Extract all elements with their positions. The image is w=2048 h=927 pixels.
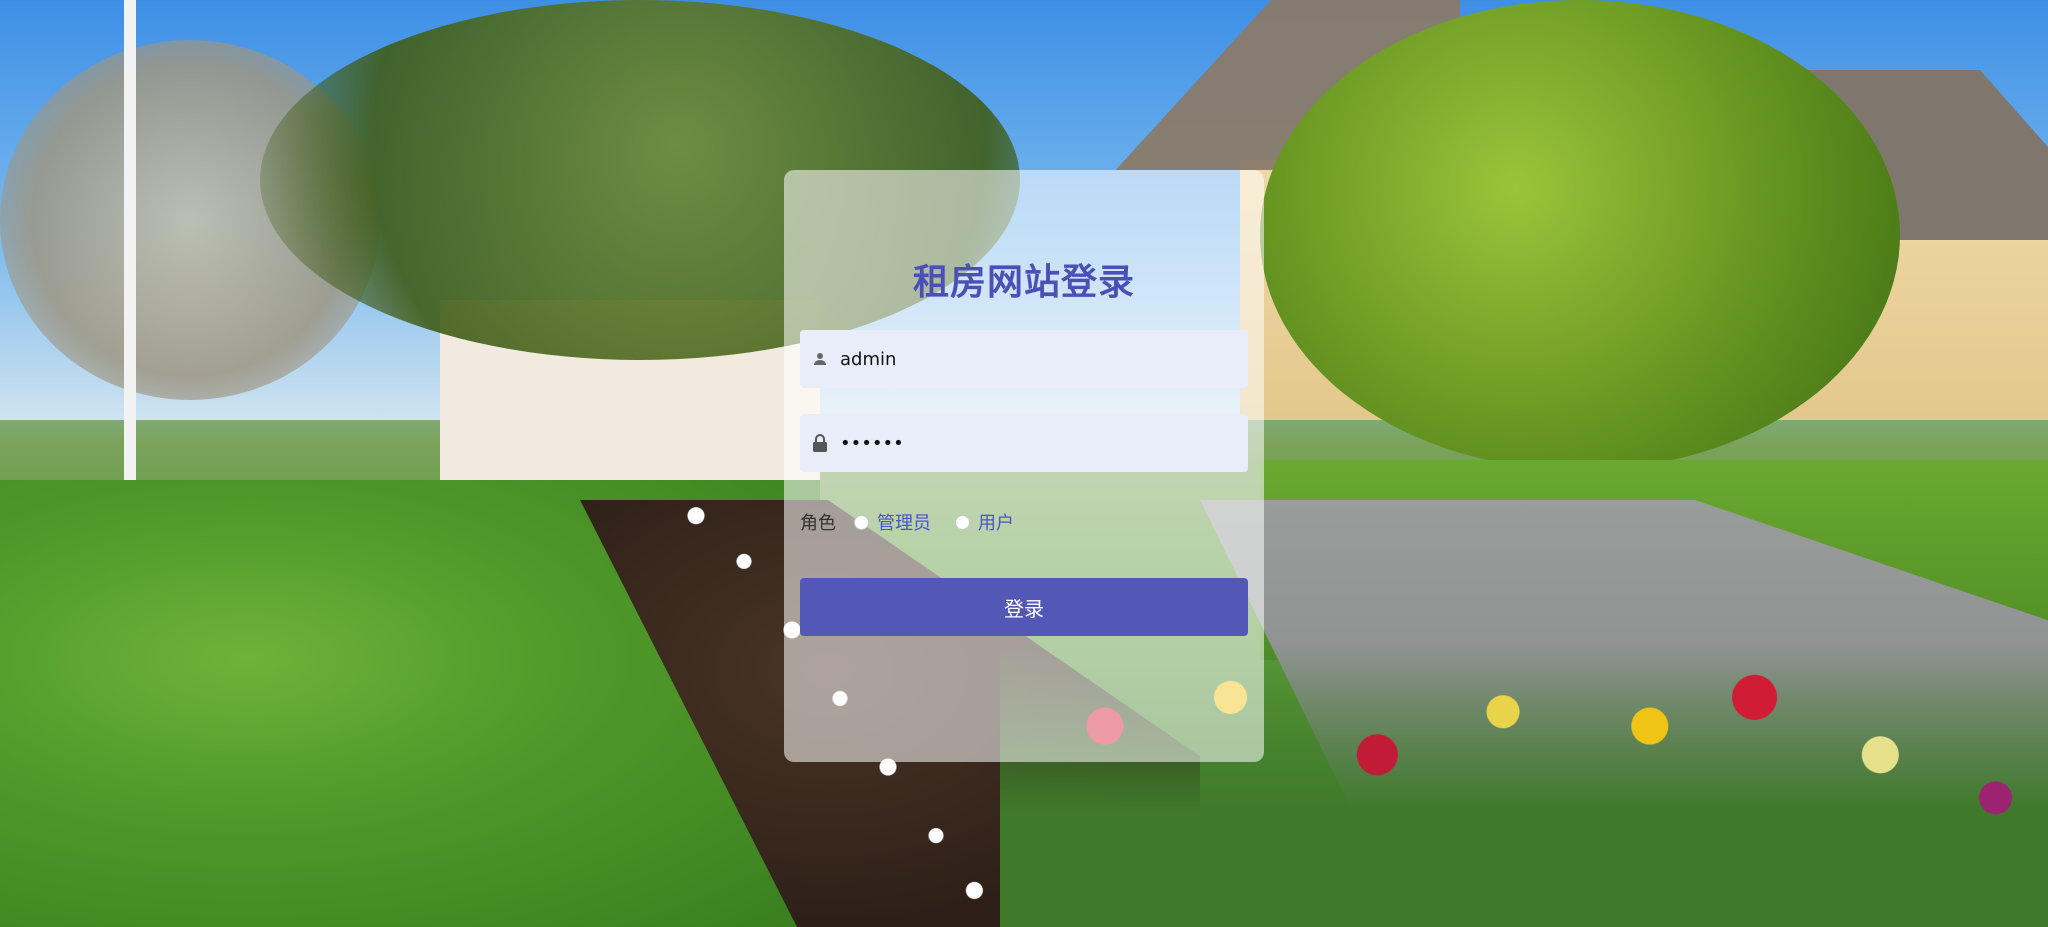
radio-admin[interactable] — [854, 514, 869, 530]
page-title: 租房网站登录 — [912, 262, 1135, 303]
background-tree-right — [1260, 0, 1900, 470]
radio-user[interactable] — [955, 514, 970, 530]
login-button[interactable]: 登录 — [800, 578, 1248, 636]
role-label: 角色 — [800, 513, 836, 534]
username-input[interactable] — [840, 330, 1248, 388]
username-field[interactable] — [800, 330, 1248, 388]
user-icon — [800, 352, 840, 366]
radio-admin-label[interactable]: 管理员 — [877, 509, 931, 535]
login-page: 租房网站登录 角色 管理员 用户 — [0, 0, 2048, 927]
password-input[interactable] — [840, 414, 1248, 472]
role-selector: 角色 管理员 用户 — [800, 508, 1248, 536]
radio-user-label[interactable]: 用户 — [978, 509, 1014, 535]
password-field[interactable] — [800, 414, 1248, 472]
lock-icon — [800, 434, 840, 452]
login-card: 租房网站登录 角色 管理员 用户 — [784, 170, 1264, 762]
background-flagpole — [124, 0, 136, 515]
